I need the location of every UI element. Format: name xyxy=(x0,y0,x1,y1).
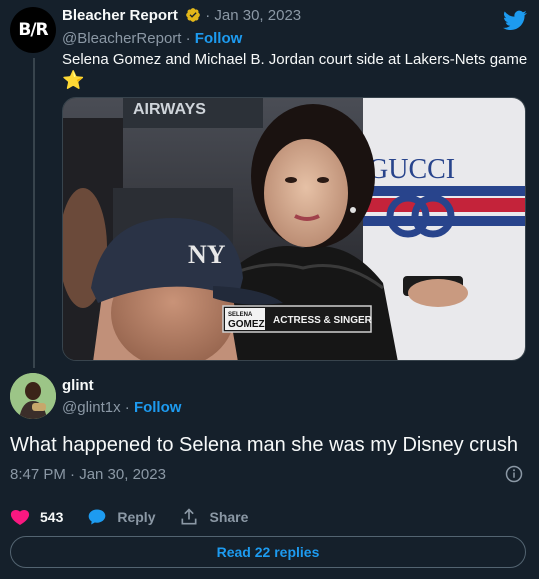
author-handle-row: @BleacherReport · Follow xyxy=(62,30,242,47)
reply-avatar[interactable] xyxy=(10,373,56,419)
reply-label: Reply xyxy=(117,509,156,525)
thread-line xyxy=(33,58,35,368)
like-count: 543 xyxy=(40,509,64,525)
tweet-media-image[interactable]: AIRWAYS GUCCI NY SELENA GOMEZ ACTRESS & … xyxy=(62,97,526,361)
reply-timestamp[interactable]: 8:47 PM · Jan 30, 2023 xyxy=(10,466,166,483)
reply-follow-separator: · xyxy=(124,399,130,416)
share-label: Share xyxy=(209,509,249,525)
author-handle[interactable]: @BleacherReport xyxy=(62,30,181,47)
info-icon[interactable] xyxy=(505,465,523,483)
reply-text: What happened to Selena man she was my D… xyxy=(10,434,519,456)
tweet-header: Bleacher Report · Jan 30, 2023 xyxy=(62,7,301,24)
reply-handle-row: @glint1x · Follow xyxy=(62,399,181,416)
heart-icon xyxy=(10,510,30,525)
lower-third-name-bottom: GOMEZ xyxy=(228,319,265,330)
background-sign-text: AIRWAYS xyxy=(133,101,206,118)
author-name[interactable]: Bleacher Report xyxy=(62,7,178,24)
twitter-bird-icon[interactable] xyxy=(503,8,527,32)
reply-handle[interactable]: @glint1x xyxy=(62,399,121,416)
follow-separator: · xyxy=(185,30,191,47)
lower-third-title: ACTRESS & SINGER xyxy=(273,315,373,326)
reply-button[interactable]: Reply xyxy=(87,507,155,527)
jersey-text: GUCCI xyxy=(368,154,455,185)
share-icon xyxy=(181,508,197,525)
tweet-date[interactable]: Jan 30, 2023 xyxy=(214,7,301,24)
avatar-person-icon xyxy=(10,373,56,419)
date-separator: · xyxy=(205,7,211,24)
star-emoji: ⭐ xyxy=(62,70,85,90)
share-button[interactable]: Share xyxy=(179,507,248,527)
courtside-photo: AIRWAYS GUCCI NY SELENA GOMEZ ACTRESS & … xyxy=(63,98,525,360)
reply-author-name[interactable]: glint xyxy=(62,377,94,394)
reply-follow-button[interactable]: Follow xyxy=(134,399,182,416)
like-button[interactable]: 543 xyxy=(10,507,63,527)
follow-button[interactable]: Follow xyxy=(195,30,243,47)
reply-bubble-icon xyxy=(89,509,106,525)
cap-logo-text: NY xyxy=(188,240,226,269)
lower-third-graphic: SELENA GOMEZ ACTRESS & SINGER xyxy=(222,305,373,333)
lower-third-name-top: SELENA xyxy=(228,312,253,318)
read-replies-button[interactable]: Read 22 replies xyxy=(10,536,526,568)
tweet-text: Selena Gomez and Michael B. Jordan court… xyxy=(62,51,528,68)
bleacher-report-avatar[interactable]: B/R xyxy=(10,7,56,53)
action-bar: 543 Reply Share xyxy=(10,507,272,527)
verified-badge-icon xyxy=(186,8,200,22)
